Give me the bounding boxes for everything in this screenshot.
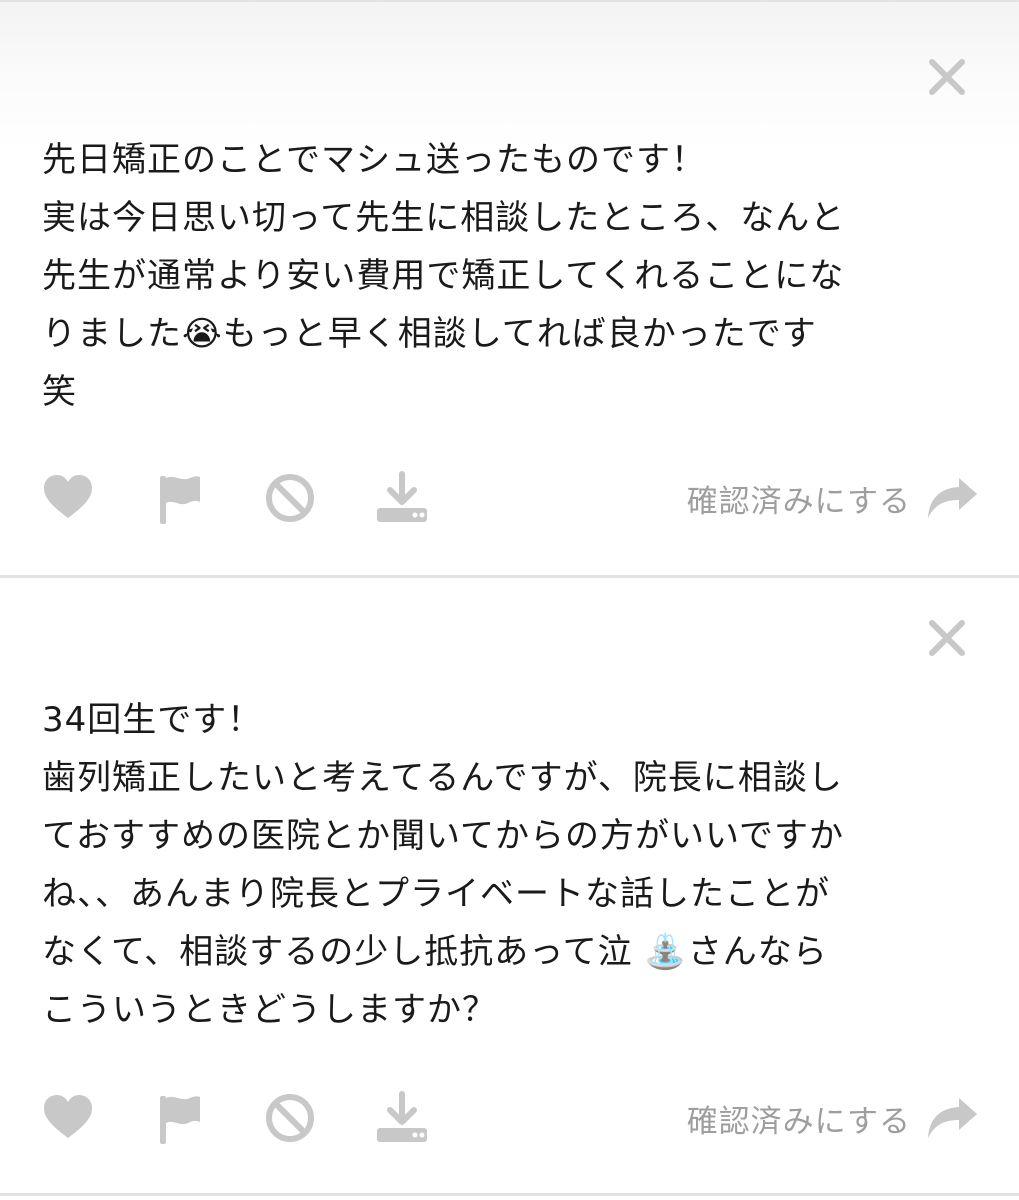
mark-confirmed-label: 確認済みにする: [686, 1103, 911, 1140]
share-arrow-icon: [928, 478, 977, 518]
like-button[interactable]: [40, 470, 96, 526]
message-line: 笑: [42, 372, 77, 412]
block-icon: [266, 474, 314, 522]
message-line: こういうときどうしますか？: [42, 990, 497, 1030]
block-button[interactable]: [262, 1090, 318, 1146]
message-line: 先日矯正のことでマシュ送ったものです！: [42, 140, 706, 180]
report-button[interactable]: [152, 1090, 208, 1146]
flag-icon: [160, 1096, 200, 1144]
heart-icon: [44, 475, 92, 518]
mark-confirmed-button[interactable]: 確認済みにする: [687, 1090, 979, 1146]
message-line: 歯列矯正したいと考えてるんですが、院長に相談し: [42, 758, 843, 798]
download-icon: [377, 1091, 427, 1142]
like-button[interactable]: [40, 1090, 96, 1146]
close-icon: [929, 620, 965, 656]
message-line: 先生が通常より安い費用で矯正してくれることにな: [42, 256, 845, 296]
message-line: ておすすめの医院とか聞いてからの方がいいですか: [42, 816, 844, 856]
message-text: 先日矯正のことでマシュ送ったものです！ 実は今日思い切って先生に相談したところ、…: [42, 131, 992, 421]
heart-icon: [44, 1095, 92, 1138]
download-button[interactable]: [374, 1090, 430, 1146]
message-line: なくて、相談するの少し抵抗あって泣 ⛲さんなら: [42, 932, 828, 972]
download-icon: [377, 471, 427, 522]
close-button[interactable]: [927, 57, 967, 97]
action-bar: 確認済みにする: [40, 1090, 979, 1150]
card-divider: [0, 1193, 1019, 1196]
block-icon: [266, 1094, 314, 1142]
message-card-2: 34回生です！ 歯列矯正したいと考えてるんですが、院長に相談し ておすすめの医院…: [0, 578, 1019, 1200]
mark-confirmed-label: 確認済みにする: [686, 483, 911, 520]
message-card-1: 先日矯正のことでマシュ送ったものです！ 実は今日思い切って先生に相談したところ、…: [0, 0, 1019, 578]
message-line: 34回生です！: [42, 700, 263, 740]
download-button[interactable]: [374, 470, 430, 526]
message-line: ね、、あんまり院長とプライベートな話したことが: [42, 874, 830, 914]
mark-confirmed-button[interactable]: 確認済みにする: [687, 470, 979, 526]
share-arrow-icon: [928, 1098, 977, 1138]
message-line: りました😭もっと早く相談してれば良かったです: [42, 314, 817, 354]
close-button[interactable]: [927, 618, 967, 658]
message-text: 34回生です！ 歯列矯正したいと考えてるんですが、院長に相談し ておすすめの医院…: [42, 691, 992, 1039]
close-icon: [929, 59, 965, 95]
block-button[interactable]: [262, 470, 318, 526]
report-button[interactable]: [152, 470, 208, 526]
message-line: 実は今日思い切って先生に相談したところ、なんと: [42, 198, 846, 238]
top-divider: [0, 0, 1019, 2]
flag-icon: [160, 476, 200, 524]
action-bar: 確認済みにする: [40, 470, 979, 530]
